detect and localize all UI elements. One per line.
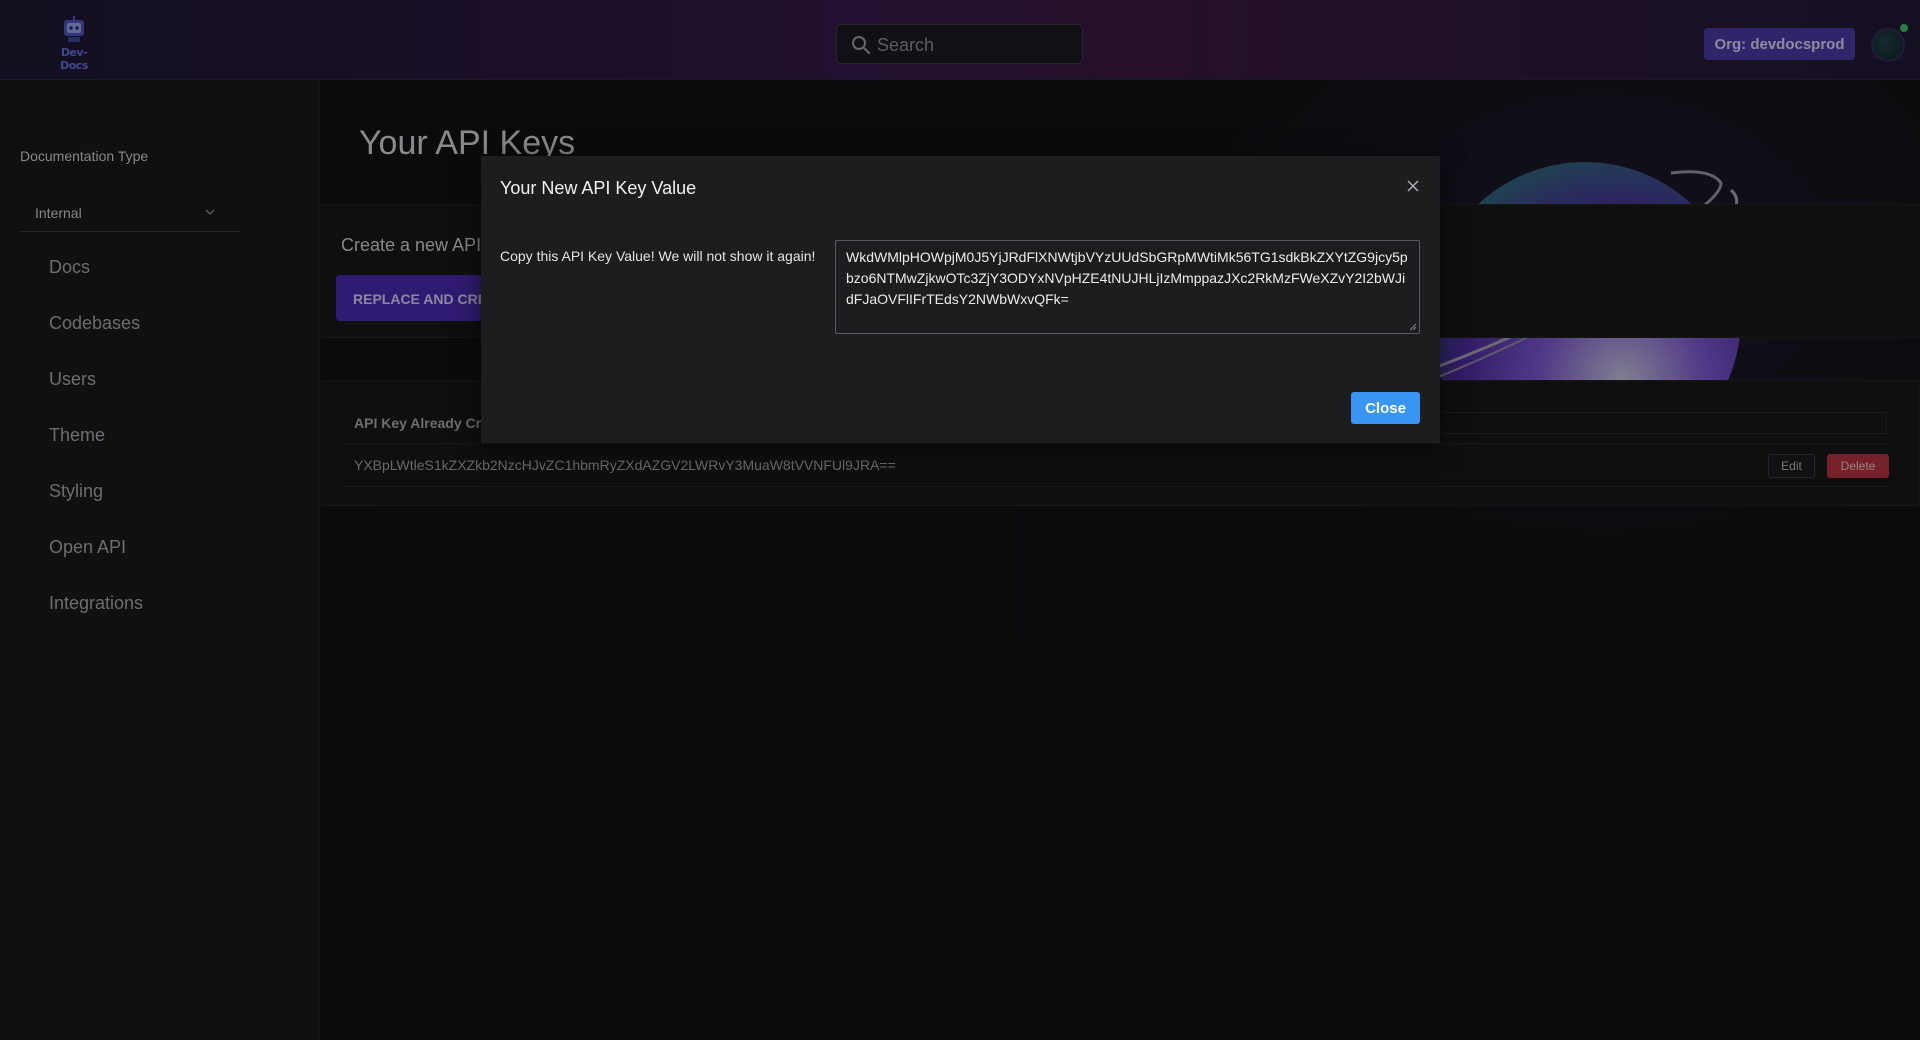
api-key-textarea[interactable]: WkdWMlpHOWpjM0J5YjJRdFlXNWtjbVYzUUdSbGRp… [835, 240, 1420, 334]
close-button[interactable]: Close [1351, 392, 1420, 424]
modal-title: Your New API Key Value [500, 178, 697, 198]
resize-handle-icon[interactable] [1409, 323, 1417, 331]
api-key-text: WkdWMlpHOWpjM0J5YjJRdFlXNWtjbVYzUUdSbGRp… [846, 249, 1408, 307]
close-icon[interactable] [1405, 178, 1421, 194]
modal-instruction-label: Copy this API Key Value! We will not sho… [500, 248, 816, 264]
new-api-key-modal: Your New API Key Value Copy this API Key… [481, 156, 1440, 443]
